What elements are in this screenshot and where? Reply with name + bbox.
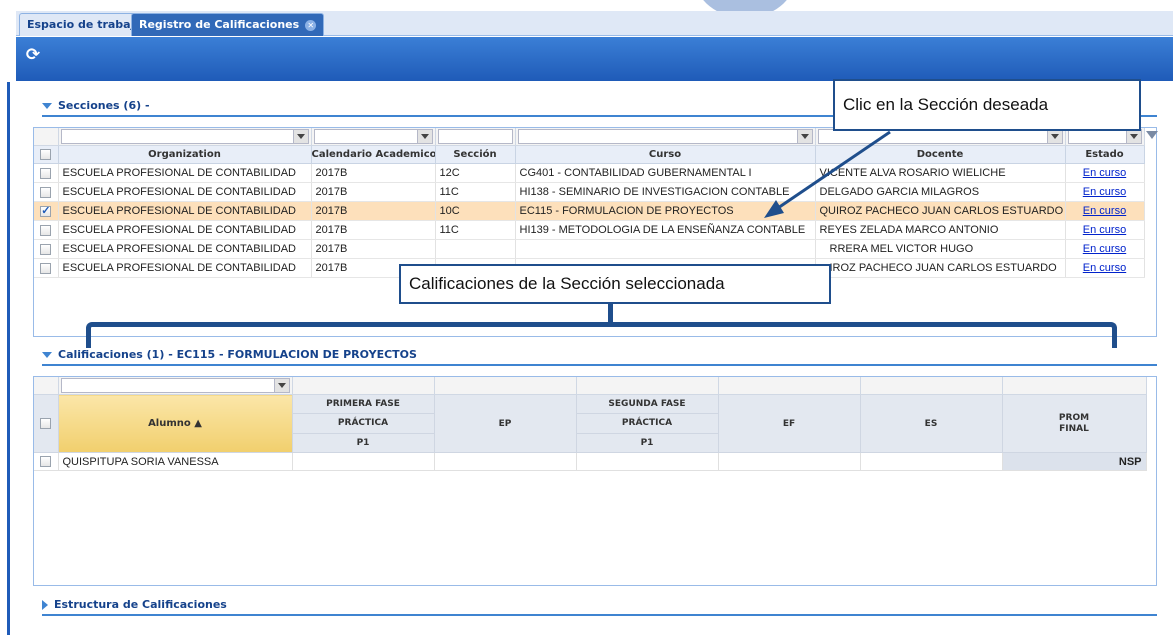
annotation-arrow xyxy=(764,130,891,218)
arrow-line xyxy=(774,130,891,212)
arrow-head xyxy=(764,200,784,218)
